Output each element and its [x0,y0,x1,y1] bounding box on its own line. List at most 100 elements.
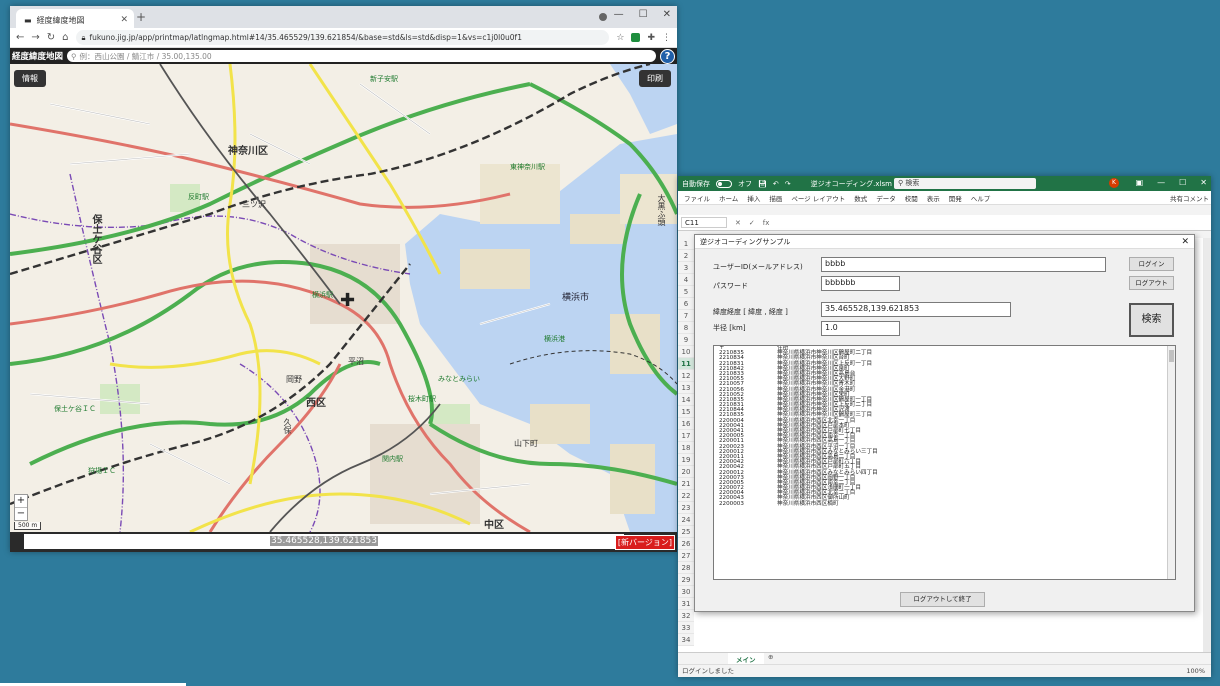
row-header[interactable]: 23 [678,502,694,514]
ribbon-tab[interactable]: ファイル [684,193,710,203]
row-header[interactable]: 29 [678,574,694,586]
share-button[interactable]: 共有 [1170,193,1183,203]
ribbon-tab[interactable]: 表示 [927,193,940,203]
name-box[interactable]: C11 [681,217,727,228]
list-scroll-thumb[interactable] [1169,350,1174,362]
row-header[interactable]: 21 [678,478,694,490]
row-header[interactable]: 8 [678,322,694,334]
place-search-input[interactable]: ⚲ 例：西山公園 / 鯖江市 / 35.00,135.00 [67,50,656,62]
row-header[interactable]: 4 [678,274,694,286]
ribbon-tab[interactable]: 挿入 [747,193,760,203]
enter-icon[interactable]: ✓ [749,219,755,227]
maximize-icon[interactable]: ☐ [1179,178,1186,187]
row-header[interactable]: 9 [678,334,694,346]
info-button[interactable]: 情報 [14,70,46,87]
row-header[interactable]: 13 [678,382,694,394]
forward-icon[interactable]: → [31,32,39,43]
ribbon-tab[interactable]: ホーム [719,193,738,203]
row-header[interactable]: 10 [678,346,694,358]
undo-icon[interactable]: ↶ [773,180,779,188]
row-header[interactable]: 34 [678,634,694,646]
ribbon-tab[interactable]: 校閲 [905,193,918,203]
search-button[interactable]: 検索 [1129,303,1174,337]
menu-dots-icon[interactable]: ⋮ [662,33,671,43]
logout-button[interactable]: ログアウト [1129,276,1174,290]
minimize-icon[interactable]: — [1157,178,1165,187]
list-item[interactable]: 2200003 神奈川県横浜市西区楠町 [714,501,1175,507]
row-header[interactable]: 33 [678,622,694,634]
ribbon-tab[interactable]: 描画 [769,193,782,203]
row-header[interactable]: 15 [678,406,694,418]
ribbon-tab[interactable]: 数式 [854,193,867,203]
row-header[interactable]: 3 [678,262,694,274]
zoom-level[interactable]: 100% [1186,665,1205,677]
star-icon[interactable]: ☆ [616,33,624,43]
close-icon[interactable]: ✕ [1181,235,1189,249]
coordinate-field[interactable]: 35.465528,139.621853 [24,534,624,549]
row-header[interactable]: 32 [678,610,694,622]
list-scrollbar[interactable] [1167,346,1175,579]
close-tab-icon[interactable]: ✕ [120,15,128,25]
avatar[interactable]: K [1109,178,1119,188]
close-window-icon[interactable]: ✕ [663,9,671,20]
row-header[interactable]: 2 [678,250,694,262]
record-icon[interactable] [599,13,607,21]
excel-search-box[interactable]: ⚲ 検索 [894,178,1036,189]
latlng-field[interactable]: 35.465528,139.621853 [821,302,1011,317]
row-header[interactable]: 12 [678,370,694,382]
row-header[interactable]: 28 [678,562,694,574]
reload-icon[interactable]: ↻ [47,32,55,43]
row-header[interactable]: 14 [678,394,694,406]
row-header[interactable]: 20 [678,466,694,478]
radius-field[interactable]: 1.0 [821,321,900,336]
row-header[interactable]: 26 [678,538,694,550]
save-icon[interactable]: 💾︎ [758,180,767,188]
print-button[interactable]: 印刷 [639,70,671,87]
row-header[interactable]: 1 [678,238,694,250]
comment-button[interactable]: コメント [1183,193,1209,203]
row-header[interactable]: 31 [678,598,694,610]
maximize-icon[interactable]: ☐ [639,9,648,20]
row-header[interactable]: 18 [678,442,694,454]
autosave-toggle[interactable] [716,179,732,188]
row-header[interactable]: 16 [678,418,694,430]
row-header[interactable]: 6 [678,298,694,310]
ribbon-display-icon[interactable]: ▣ [1136,178,1144,187]
user-id-field[interactable]: bbbb [821,257,1106,272]
browser-tab[interactable]: ▬ 経度緯度地図 ✕ [16,9,134,28]
map-view[interactable]: 情報 印刷 神奈川区 保土ケ谷区 西区 中区 横浜市 三ツ沢 岡野 久保 保土ケ… [10,64,677,532]
extension-check-icon[interactable] [631,33,641,42]
row-header[interactable]: 17 [678,430,694,442]
vertical-scrollbar[interactable] [1203,238,1211,653]
row-header[interactable]: 11 [678,358,694,370]
row-header[interactable]: 5 [678,286,694,298]
fx-icon[interactable]: fx [763,219,770,227]
ribbon-tab[interactable]: ページ レイアウト [791,193,845,203]
cancel-icon[interactable]: ✕ [735,219,741,227]
row-header[interactable]: 25 [678,526,694,538]
zoom-out-icon[interactable]: − [15,507,27,520]
row-header[interactable]: 30 [678,586,694,598]
new-tab-icon[interactable]: + [136,10,146,24]
logout-exit-button[interactable]: ログアウトして終了 [900,592,985,607]
row-header[interactable]: 19 [678,454,694,466]
row-header[interactable]: 24 [678,514,694,526]
url-field[interactable]: 🔒︎ fukuno.jig.jp/app/printmap/latlngmap.… [75,30,610,45]
help-icon[interactable]: ? [660,48,675,64]
row-header[interactable]: 7 [678,310,694,322]
ribbon-tab[interactable]: 開発 [949,193,962,203]
zoom-in-icon[interactable]: + [15,495,27,507]
puzzle-icon[interactable]: ✚ [647,33,655,43]
new-version-link[interactable]: [新バージョン] [614,535,675,550]
home-icon[interactable]: ⌂ [62,32,68,43]
minimize-icon[interactable]: — [614,9,624,20]
row-header[interactable]: 22 [678,490,694,502]
ribbon-tab[interactable]: ヘルプ [971,193,991,203]
row-header[interactable]: 27 [678,550,694,562]
ribbon-tab[interactable]: データ [876,193,896,203]
close-window-icon[interactable]: ✕ [1200,178,1207,187]
login-button[interactable]: ログイン [1129,257,1174,271]
results-listbox[interactable]: 〒 住所 2210835 神奈川県横浜市神奈川区鶴屋町二丁目 2210834 神奈川県… [713,345,1176,580]
back-icon[interactable]: ← [16,32,24,43]
password-field[interactable]: bbbbbb [821,276,900,291]
